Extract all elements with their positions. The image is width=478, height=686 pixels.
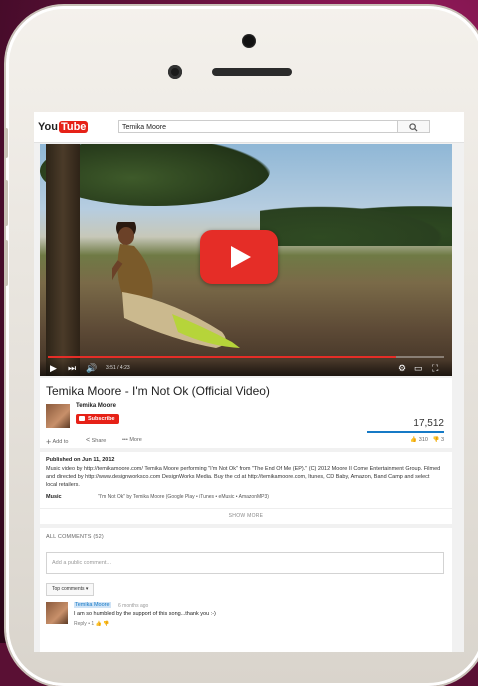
- more-button[interactable]: ••• More: [122, 437, 142, 443]
- description-panel: Published on Jun 11, 2012 Music video by…: [40, 452, 452, 524]
- comment-input[interactable]: Add a public comment...: [46, 552, 444, 574]
- like-dislike: 👍 310 👎 3: [410, 437, 444, 443]
- share-label: Share: [91, 438, 107, 444]
- next-icon[interactable]: ⏭: [68, 363, 76, 373]
- reply-button[interactable]: Reply: [74, 621, 87, 627]
- sort-label: Top comments: [52, 586, 85, 592]
- dislike-button[interactable]: 👎 3: [433, 437, 444, 443]
- music-value[interactable]: "I'm Not Ok" by Temika Moore (Google Pla…: [98, 494, 269, 500]
- logo-tube-text: Tube: [58, 121, 89, 133]
- add-to-button[interactable]: + Add to: [46, 437, 68, 447]
- video-tree-trunk: [46, 144, 80, 376]
- like-button[interactable]: 👍 310: [410, 437, 428, 443]
- add-to-label: Add to: [52, 439, 69, 445]
- show-more-button[interactable]: SHOW MORE: [40, 508, 452, 519]
- youtube-header: You Tube Temika Moore: [34, 112, 464, 143]
- search-input[interactable]: Temika Moore: [118, 120, 398, 133]
- phone-volume-down: [4, 240, 8, 286]
- sort-comments-dropdown[interactable]: Top comments ▾: [46, 583, 95, 596]
- view-count: 17,512: [413, 418, 444, 429]
- video-info-panel: Temika Moore - I'm Not Ok (Official Vide…: [40, 378, 452, 448]
- earpiece-speaker: [212, 68, 292, 76]
- theater-mode-icon[interactable]: ▭: [414, 363, 423, 373]
- player-controls: ▶ ⏭ 🔊 3:51 / 4:23 ⚙ ▭ ⛶: [40, 360, 452, 376]
- chevron-down-icon: ▾: [85, 586, 89, 592]
- comment-like-count: 1: [91, 621, 95, 627]
- comment-actions: Reply • 1 👍 👎: [74, 621, 109, 627]
- camera-dot-icon: [242, 34, 256, 48]
- phone-screen: You Tube Temika Moore ▶ ⏭ 🔊 3:51 / 4:23 …: [34, 112, 464, 652]
- subscribe-button[interactable]: Subscribe: [76, 414, 119, 424]
- video-player[interactable]: ▶ ⏭ 🔊 3:51 / 4:23 ⚙ ▭ ⛶: [40, 144, 452, 376]
- comment-author[interactable]: Temika Moore: [74, 602, 111, 608]
- more-dots-icon: •••: [122, 437, 128, 443]
- front-camera-icon: [168, 65, 182, 79]
- published-date: Published on Jun 11, 2012: [46, 457, 115, 463]
- play-button[interactable]: [200, 230, 278, 284]
- video-title: Temika Moore - I'm Not Ok (Official Vide…: [46, 384, 270, 398]
- more-label: More: [129, 437, 142, 443]
- thumbs-up-icon: 👍: [410, 437, 418, 443]
- thumbs-down-icon[interactable]: 👎: [103, 621, 109, 627]
- fullscreen-icon[interactable]: ⛶: [432, 363, 438, 373]
- comments-header: ALL COMMENTS (52): [46, 534, 104, 540]
- logo-you-text: You: [38, 121, 58, 133]
- play-icon[interactable]: ▶: [50, 363, 57, 373]
- comment-avatar[interactable]: [46, 602, 68, 624]
- like-ratio-bar: [367, 431, 444, 433]
- phone-volume-up: [4, 180, 8, 226]
- search-button[interactable]: [398, 120, 430, 133]
- phone-mute-switch: [4, 128, 8, 158]
- settings-gear-icon[interactable]: ⚙: [398, 363, 406, 373]
- comment-text: I am so humbled by the support of this s…: [74, 611, 216, 617]
- like-count: 310: [418, 437, 428, 443]
- description-text: Music video by http://temikamoore.com/ T…: [46, 466, 441, 488]
- music-label: Music: [46, 494, 62, 500]
- progress-bar[interactable]: [48, 356, 444, 358]
- thumbs-up-icon[interactable]: 👍: [96, 621, 102, 627]
- volume-icon[interactable]: 🔊: [86, 363, 97, 373]
- share-icon: <: [86, 437, 91, 444]
- progress-fill: [48, 356, 397, 358]
- channel-avatar[interactable]: [46, 404, 70, 428]
- time-display: 3:51 / 4:23: [106, 365, 130, 371]
- plus-icon: +: [46, 437, 52, 447]
- youtube-logo[interactable]: You Tube: [38, 121, 89, 133]
- comments-panel: ALL COMMENTS (52) Add a public comment..…: [40, 528, 452, 652]
- channel-name[interactable]: Temika Moore: [76, 403, 116, 409]
- share-button[interactable]: < Share: [86, 437, 106, 444]
- dislike-count: 3: [440, 437, 444, 443]
- search-icon: [409, 123, 418, 132]
- dot-separator: •: [88, 621, 90, 627]
- comment-age[interactable]: 6 months ago: [118, 603, 148, 609]
- video-treeline: [260, 202, 452, 246]
- thumbs-down-icon: 👎: [432, 437, 440, 443]
